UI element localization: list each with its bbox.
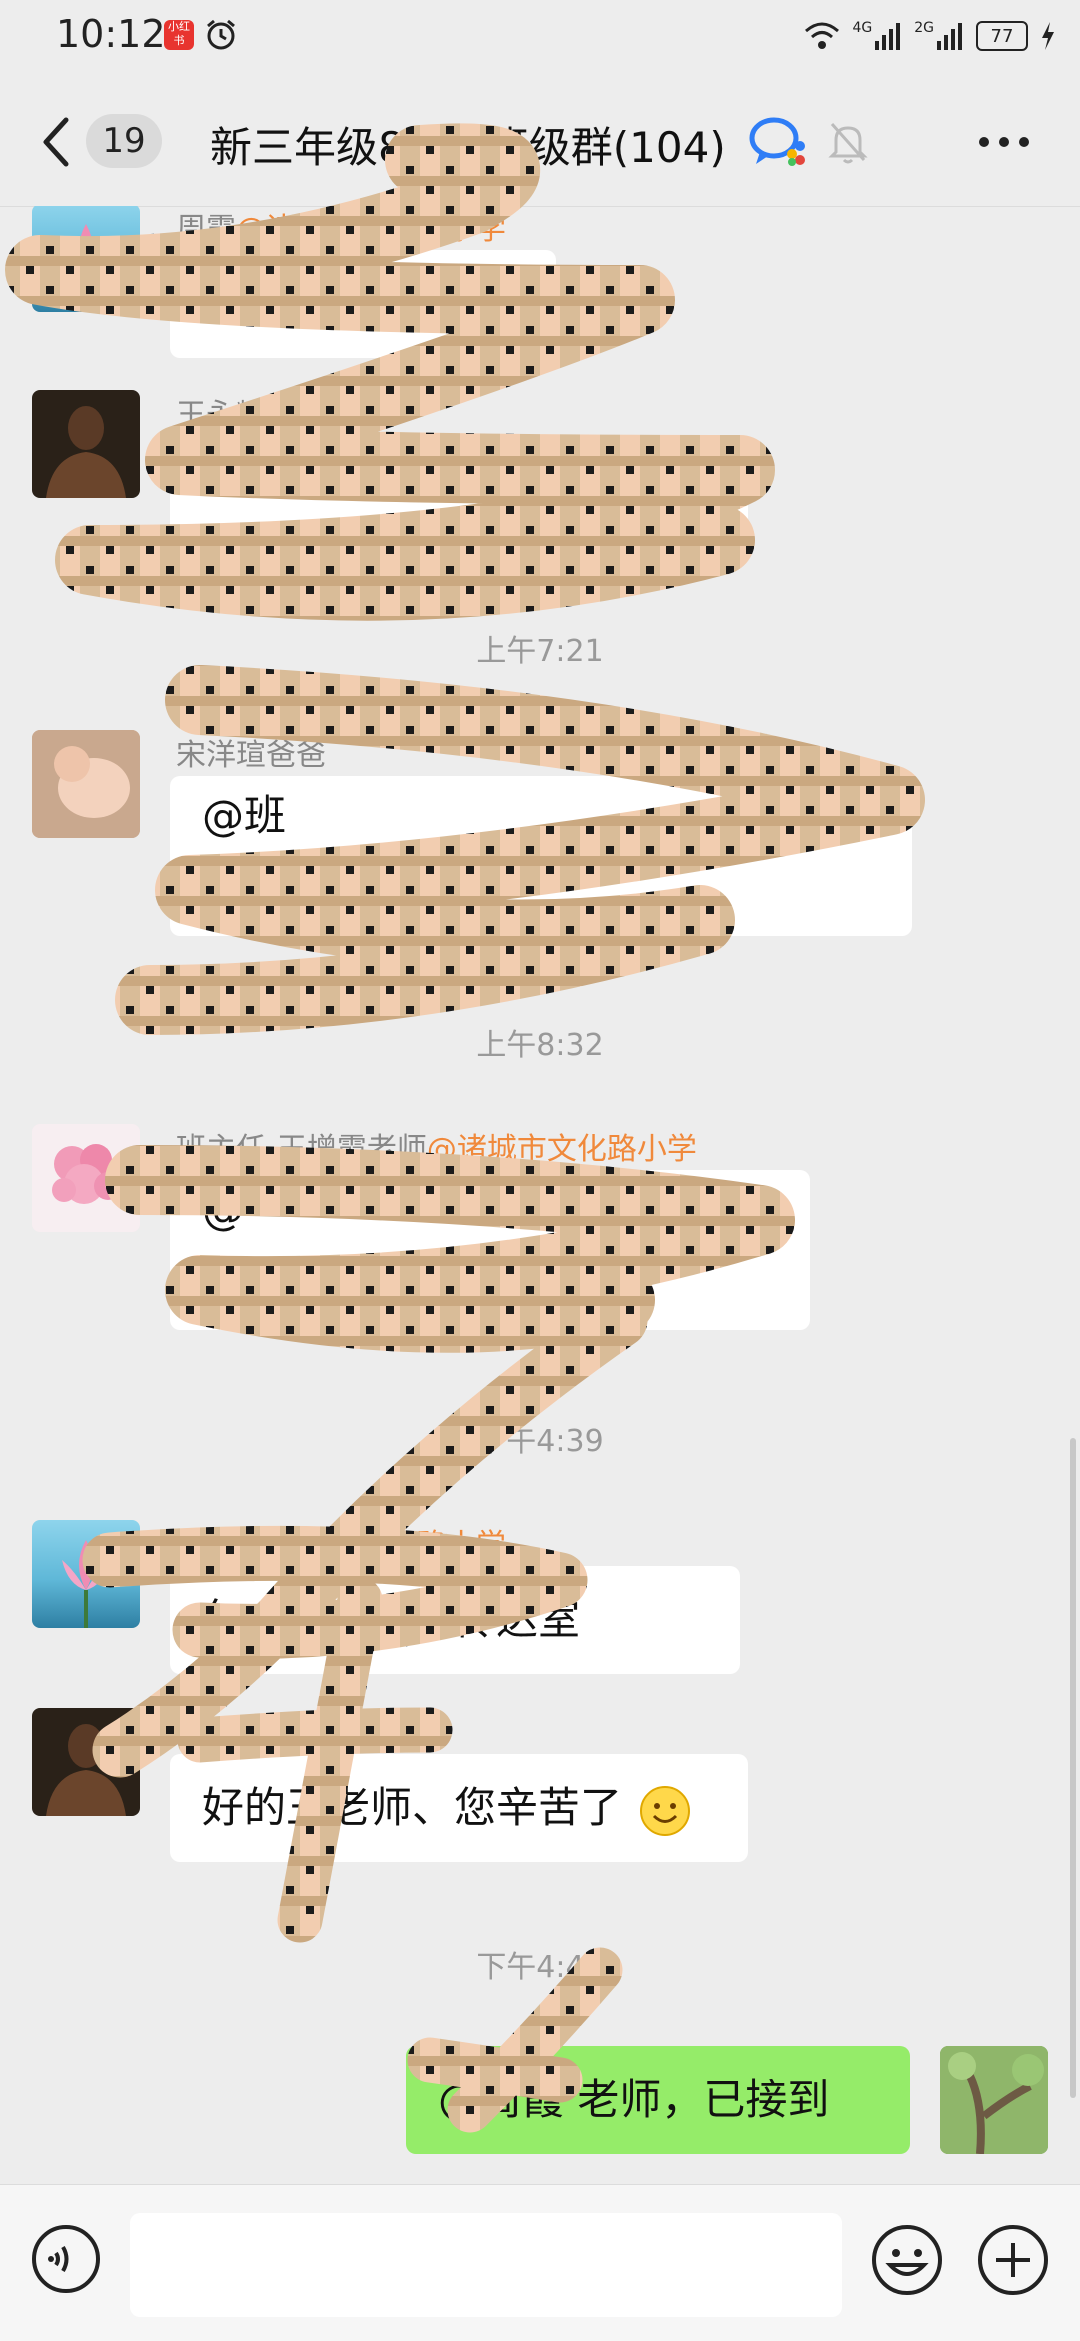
battery-indicator: 77 [976, 21, 1028, 51]
xiaohongshu-app-icon: 小红书 [164, 20, 194, 50]
baby-avatar-image [32, 730, 140, 838]
tree-avatar-image [940, 2046, 1048, 2154]
avatar[interactable] [32, 1520, 140, 1628]
message-bubble-own[interactable]: @周霞 老师，已接到 [406, 2046, 910, 2154]
wifi-icon [805, 22, 840, 49]
message-item: 宋洋瑄爸爸 @班 [0, 730, 1080, 950]
avatar[interactable] [32, 206, 140, 312]
person-avatar-image [46, 1724, 126, 1816]
avatar[interactable] [32, 1708, 140, 1816]
sender-name: 王永辉 [176, 1716, 266, 1751]
message-item: 周霞@诸城市文化路小学 包小朋友的在传达室 [0, 1520, 1080, 1690]
message-text: 好的王老师、您辛苦了 [202, 1783, 623, 1832]
voice-input-icon[interactable] [30, 2223, 102, 2295]
timestamp: 上午8:32 [476, 1028, 604, 1063]
timestamp: 下午4:48 [476, 1950, 604, 1985]
plus-icon[interactable] [976, 2223, 1050, 2297]
message-bubble[interactable]: @班 [170, 776, 912, 936]
emoji-icon[interactable] [870, 2223, 944, 2297]
message-bubble[interactable]: 好的王老师、您辛苦了 [170, 1754, 748, 1862]
message-input[interactable] [130, 2213, 842, 2317]
input-bar [0, 2184, 1080, 2341]
message-item: 班主任-王增霞老师@诸城市文化路小学 @ [0, 1124, 1080, 1344]
avatar[interactable] [32, 390, 140, 498]
sender-name: 周霞@诸城市文化路小学 [176, 212, 506, 247]
charging-bolt-icon [1042, 22, 1054, 50]
message-bubble[interactable]: 包小朋友的在传达室 [170, 1566, 740, 1674]
lotus-avatar-image [62, 224, 110, 312]
chat-header: 19 新三年级8班 · 班级群(104) [0, 72, 1080, 207]
chat-title: 新三年级8班 · 班级群(104) [210, 123, 726, 172]
status-indicators: 4G 2G 77 [804, 16, 1056, 56]
message-list[interactable]: 周霞@诸城市文化路小学 上一旗 王永辉 上午7:21 宋洋瑄爸爸 @班 上午8:… [0, 206, 1080, 2184]
smile-emoji-icon [640, 1785, 691, 1836]
timestamp: 下午4:39 [476, 1424, 604, 1459]
scrollbar-thumb[interactable] [1070, 1438, 1076, 2098]
network-label-1: 4G [852, 20, 873, 36]
mute-bell-icon [828, 123, 868, 164]
message-bubble[interactable]: 上一旗 [170, 250, 556, 358]
message-item: 王永辉 [0, 390, 1080, 560]
wecom-icon[interactable] [748, 116, 808, 168]
person-avatar-image [46, 406, 126, 498]
network-label-2: 2G [914, 20, 934, 36]
avatar[interactable] [32, 1124, 140, 1232]
flower-avatar-image [32, 1124, 140, 1232]
lotus-avatar-image [62, 1540, 110, 1628]
own-avatar[interactable] [940, 2046, 1048, 2154]
timestamp: 上午7:21 [476, 634, 604, 669]
message-bubble[interactable] [170, 436, 748, 544]
more-options-icon[interactable] [976, 134, 1032, 150]
avatar[interactable] [32, 730, 140, 838]
status-time: 10:12 [56, 12, 166, 56]
signal-icon-2 [937, 23, 962, 50]
sender-name: 王永辉 [176, 398, 266, 433]
message-item-own: @周霞 老师，已接到 [0, 2046, 1080, 2166]
status-bar: 10:12 小红书 4G 2G 77 [0, 0, 1080, 72]
signal-icon [875, 23, 901, 50]
back-arrow-icon[interactable] [36, 114, 76, 170]
alarm-icon [207, 19, 235, 50]
sender-name: 宋洋瑄爸爸 [176, 738, 326, 773]
message-item: 王永辉 好的王老师、您辛苦了 [0, 1708, 1080, 1878]
unread-count-badge[interactable]: 19 [86, 114, 162, 168]
sender-name: 周霞@诸城市文化路小学 [176, 1528, 506, 1563]
message-bubble[interactable]: @ [170, 1170, 810, 1330]
sender-name: 班主任-王增霞老师@诸城市文化路小学 [176, 1132, 697, 1167]
